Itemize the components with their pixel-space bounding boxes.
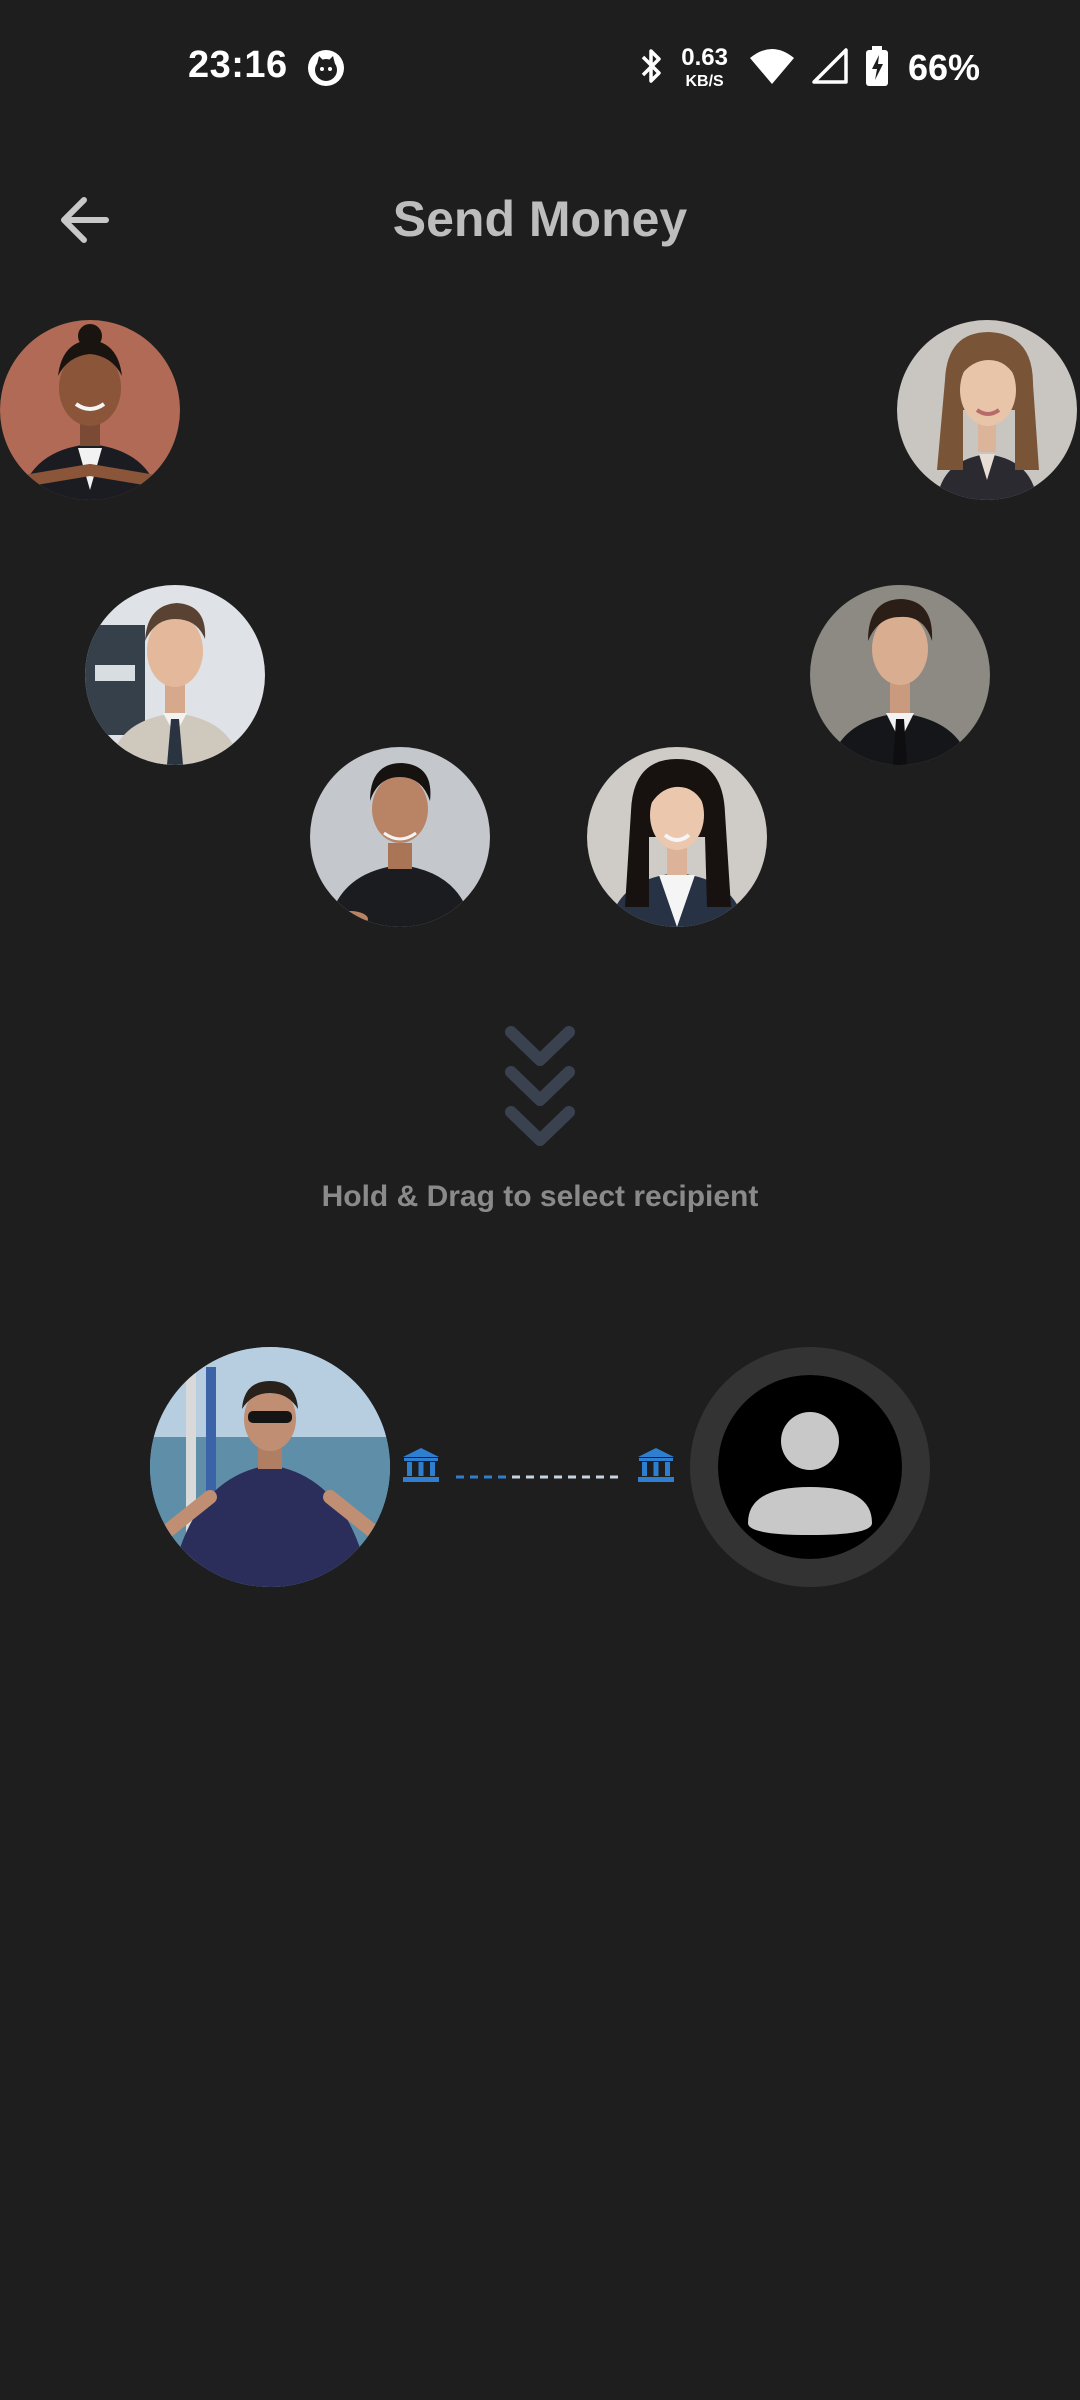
- bank-icon: [637, 1447, 675, 1483]
- cellular-signal-icon: [810, 46, 850, 91]
- network-speed-value: 0.63: [681, 44, 728, 71]
- page-title: Send Money: [392, 191, 688, 247]
- bank-icon: [402, 1447, 440, 1483]
- status-right-group: 0.63 KB/S 66%: [637, 40, 980, 96]
- contact-avatar-4[interactable]: [810, 585, 990, 765]
- bluetooth-icon: [637, 46, 667, 91]
- recipient-drop-zone[interactable]: [690, 1347, 930, 1587]
- contact-avatar-2[interactable]: [897, 320, 1077, 500]
- drag-hint-text: Hold & Drag to select recipient: [321, 1180, 759, 1213]
- sender-avatar: [150, 1347, 390, 1587]
- user-placeholder-icon: [718, 1375, 902, 1559]
- network-speed-unit: KB/S: [685, 73, 724, 90]
- send-money-screen: 23:16 0.63 KB/S 66% Send Money Hold & Dr…: [0, 0, 1080, 2400]
- network-speed: 0.63 KB/S: [681, 46, 728, 90]
- status-bar: 23:16 0.63 KB/S 66%: [0, 0, 1080, 140]
- status-time: 23:16: [188, 44, 288, 86]
- contact-avatar-3[interactable]: [85, 585, 265, 765]
- header: Send Money: [0, 170, 1080, 270]
- contact-avatar-6[interactable]: [587, 747, 767, 927]
- app-notification-icon: [306, 48, 346, 88]
- battery-charging-icon: [864, 45, 890, 92]
- contact-avatar-1[interactable]: [0, 320, 180, 500]
- contact-avatar-5[interactable]: [310, 747, 490, 927]
- wifi-icon: [748, 46, 796, 91]
- transfer-dashed-line: [456, 1466, 622, 1479]
- triple-chevron-down-icon: [505, 1024, 575, 1154]
- battery-percent: 66%: [907, 47, 980, 88]
